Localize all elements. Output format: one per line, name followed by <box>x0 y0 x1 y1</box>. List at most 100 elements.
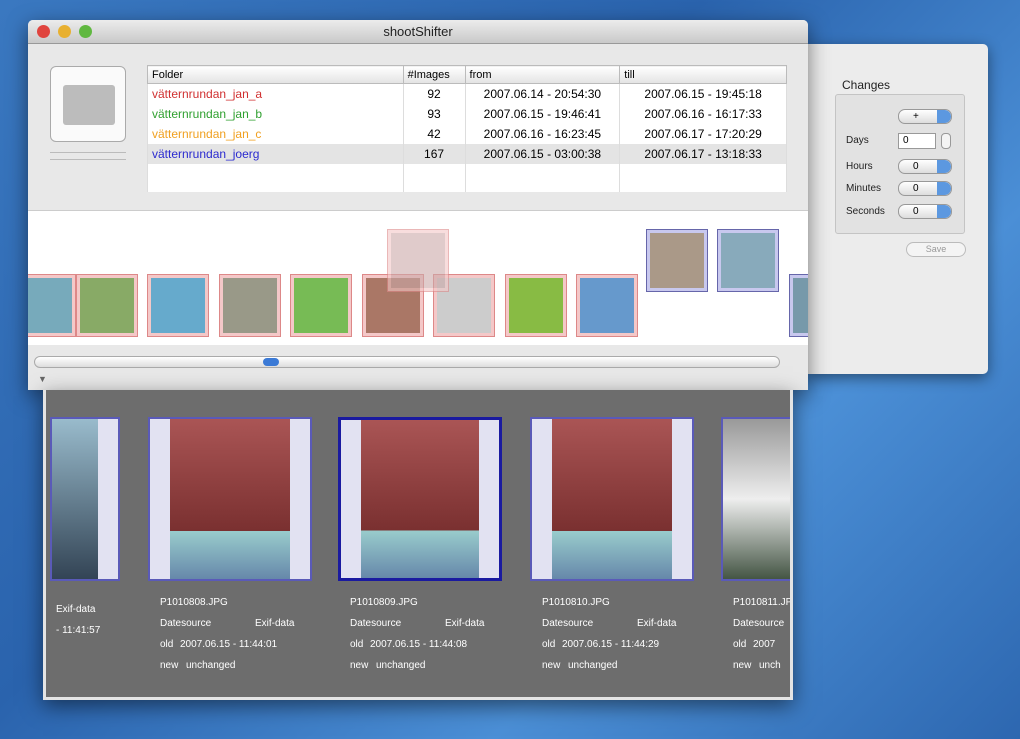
minimize-button[interactable] <box>58 25 71 38</box>
save-button[interactable]: Save <box>906 242 966 257</box>
new-label: new <box>350 660 369 671</box>
timeline-thumbnail[interactable] <box>505 274 567 337</box>
table-row[interactable]: vätternrundan_joerg 167 2007.06.15 - 03:00… <box>147 143 787 164</box>
column-header[interactable]: from <box>464 65 621 84</box>
divider <box>50 152 126 160</box>
timeline-thumbnail[interactable] <box>646 229 708 292</box>
timeline-thumbnail[interactable] <box>290 274 352 337</box>
new-value: unch <box>759 660 781 671</box>
datesource-label: Datesource <box>733 618 785 629</box>
changes-drawer: Changes + Days 0 Hours 0 Minutes 0 Secon… <box>808 44 988 374</box>
datesource-label: Datesource <box>350 618 402 629</box>
cell-till: 2007.06.15 - 19:45:18 <box>619 83 787 104</box>
cell-folder: vätternrundan_jan_b <box>147 103 404 124</box>
timeline-thumbnail[interactable] <box>28 274 76 337</box>
timeline-scrollbar[interactable] <box>34 356 780 368</box>
seconds-label: Seconds <box>846 206 885 217</box>
exif-time: - 11:41:57 <box>56 625 101 636</box>
hours-popup[interactable]: 0 <box>898 159 952 174</box>
cell-images: 93 <box>402 103 466 124</box>
photo-browser: Exif-data - 11:41:57 P1010808.JPG Datesou… <box>43 390 793 700</box>
photo-thumbnail[interactable] <box>530 417 694 581</box>
old-date: 2007.06.15 - 11:44:29 <box>562 639 660 650</box>
new-value: unchanged <box>568 660 618 671</box>
cell-till: 2007.06.17 - 13:18:33 <box>619 143 787 164</box>
folder-table: Folder #Images from till vätternrundan_jan_… <box>147 65 787 192</box>
cell-folder: vätternrundan_jan_c <box>147 123 404 144</box>
folder-drop-icon[interactable] <box>50 66 126 142</box>
photo-image <box>361 420 479 578</box>
new-label: new <box>542 660 561 671</box>
photo-image <box>170 419 290 579</box>
close-button[interactable] <box>37 25 50 38</box>
table-row[interactable]: vätternrundan_jan_a 92 2007.06.14 - 20:54:… <box>147 83 787 104</box>
column-header[interactable]: Folder <box>147 65 404 84</box>
days-stepper[interactable] <box>941 133 951 149</box>
cell-images: 92 <box>402 83 466 104</box>
cell-from: 2007.06.15 - 19:46:41 <box>464 103 621 124</box>
cell-images: 167 <box>402 143 466 164</box>
changes-title: Changes <box>842 78 891 92</box>
cell-images: 42 <box>402 123 466 144</box>
cell-folder: vätternrundan_joerg <box>147 143 404 164</box>
exif-label: Exif-data <box>255 618 295 629</box>
old-date: 2007.06.15 - 11:44:01 <box>180 639 278 650</box>
main-window: shootShifter Folder #Images from till vätte… <box>28 20 808 390</box>
timeline-thumbnail[interactable] <box>576 274 638 337</box>
photo-thumbnail[interactable] <box>148 417 312 581</box>
sign-popup[interactable]: + <box>898 109 952 124</box>
old-label: old <box>542 639 556 650</box>
cell-folder: vätternrundan_jan_a <box>147 83 404 104</box>
column-header[interactable]: #Images <box>402 65 466 84</box>
dragged-thumbnail[interactable] <box>387 229 449 292</box>
timeline-thumbnail[interactable] <box>219 274 281 337</box>
new-value: unchanged <box>376 660 426 671</box>
photo-filename: P1010810.JPG <box>542 597 610 608</box>
table-row[interactable]: vätternrundan_jan_b 93 2007.06.15 - 19:46:… <box>147 103 787 124</box>
photo-thumbnail[interactable] <box>721 417 790 581</box>
days-label: Days <box>846 135 869 146</box>
minutes-popup[interactable]: 0 <box>898 181 952 196</box>
photo-thumbnail[interactable] <box>50 417 120 581</box>
changes-box: + Days 0 Hours 0 Minutes 0 Seconds 0 <box>835 94 965 234</box>
timeline-thumbnail[interactable] <box>789 274 808 337</box>
exif-label: Exif-data <box>637 618 677 629</box>
zoom-button[interactable] <box>79 25 92 38</box>
days-field[interactable]: 0 <box>898 133 936 149</box>
cell-from: 2007.06.14 - 20:54:30 <box>464 83 621 104</box>
old-label: old <box>733 639 747 650</box>
photo-thumbnail[interactable] <box>338 417 502 581</box>
disclosure-triangle-icon[interactable]: ▼ <box>38 374 47 384</box>
old-date: 2007 <box>753 639 776 650</box>
cell-till: 2007.06.17 - 17:20:29 <box>619 123 787 144</box>
scroll-knob[interactable] <box>263 358 279 366</box>
window-title: shootShifter <box>383 24 453 39</box>
old-date: 2007.06.15 - 11:44:08 <box>370 639 468 650</box>
cell-from: 2007.06.16 - 16:23:45 <box>464 123 621 144</box>
timeline-thumbnail[interactable] <box>717 229 779 292</box>
timeline-thumbnail[interactable] <box>147 274 209 337</box>
exif-label: Exif-data <box>445 618 485 629</box>
new-label: new <box>160 660 179 671</box>
old-label: old <box>160 639 174 650</box>
title-bar: shootShifter <box>28 20 808 44</box>
photo-filename: P1010811.JPG <box>733 597 793 608</box>
hours-label: Hours <box>846 161 873 172</box>
datesource-label: Datesource <box>542 618 594 629</box>
photo-image <box>723 419 790 579</box>
seconds-popup[interactable]: 0 <box>898 204 952 219</box>
old-label: old <box>350 639 364 650</box>
table-row[interactable]: vätternrundan_jan_c 42 2007.06.16 - 16:23:… <box>147 123 787 144</box>
cell-till: 2007.06.16 - 16:17:33 <box>619 103 787 124</box>
photo-filename: P1010809.JPG <box>350 597 418 608</box>
photo-filename: P1010808.JPG <box>160 597 228 608</box>
photo-image <box>552 419 672 579</box>
new-value: unchanged <box>186 660 236 671</box>
exif-label: Exif-data <box>56 604 96 615</box>
column-header[interactable]: till <box>619 65 787 84</box>
minutes-label: Minutes <box>846 183 882 194</box>
datesource-label: Datesource <box>160 618 212 629</box>
timeline-thumbnail[interactable] <box>76 274 138 337</box>
timeline[interactable] <box>28 210 808 345</box>
new-label: new <box>733 660 752 671</box>
